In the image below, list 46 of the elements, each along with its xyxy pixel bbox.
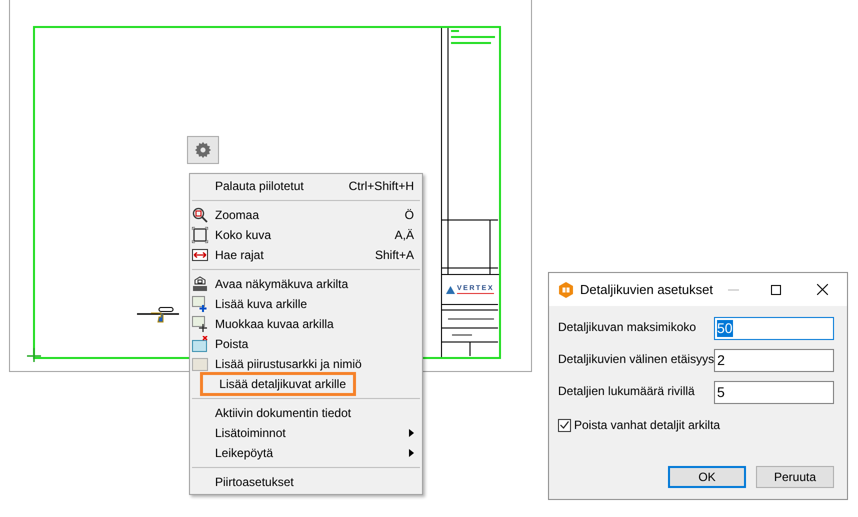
- menu-item[interactable]: Muokkaa kuvaa arkilla: [190, 314, 422, 334]
- menu-item[interactable]: Piirtoasetukset: [190, 472, 422, 492]
- edit-picture-icon: [192, 316, 208, 332]
- submenu-arrow-icon: [409, 449, 414, 457]
- close-icon[interactable]: [817, 284, 828, 295]
- frame-icon: [192, 227, 208, 243]
- input-field[interactable]: 5: [714, 381, 834, 404]
- menu-item[interactable]: Aktiivin dokumentin tiedot: [190, 403, 422, 423]
- shortcut-text: Shift+A: [374, 247, 414, 264]
- crosshair-icon: [27, 348, 41, 362]
- menu-item[interactable]: Avaa näkymäkuva arkilta: [190, 274, 422, 294]
- shortcut-text: Ctrl+Shift+H: [348, 178, 414, 195]
- menu-item[interactable]: Palauta piilotetut Ctrl+Shift+H: [190, 176, 422, 196]
- settings-icon: [195, 142, 211, 158]
- logo-triangle-icon: [446, 286, 455, 294]
- delete-sheet-icon: [192, 336, 208, 352]
- open-view-icon: [192, 276, 208, 292]
- menu-item[interactable]: Lisää piirustusarkki ja nimiö: [190, 354, 422, 374]
- zoom-icon: [192, 207, 208, 223]
- menu-item[interactable]: Leikepöytä: [190, 443, 422, 463]
- settings-button[interactable]: [187, 136, 219, 164]
- checkmark-icon: [560, 421, 569, 429]
- dialog-button[interactable]: OK: [668, 466, 746, 488]
- submenu-arrow-icon: [409, 429, 414, 437]
- maximize-icon[interactable]: [771, 284, 781, 294]
- field-label: Detaljikuvien välinen etäisyys: [558, 351, 714, 368]
- add-picture-icon: [192, 296, 208, 312]
- window-title: Detaljikuvien asetukset: [580, 280, 714, 299]
- menu-item[interactable]: Koko kuva A,Ä: [190, 225, 422, 245]
- input-field[interactable]: 2: [714, 349, 834, 372]
- app-logo-icon: [558, 282, 574, 298]
- dialog-button[interactable]: Peruuta: [756, 466, 834, 488]
- menu-item[interactable]: Lisätoiminnot: [190, 423, 422, 443]
- shortcut-text: A,Ä: [394, 227, 414, 244]
- menu-item[interactable]: Lisää detaljikuvat arkille: [202, 374, 354, 394]
- input-field[interactable]: 50: [714, 317, 834, 340]
- checkbox[interactable]: Poista vanhat detaljit arkilta: [558, 416, 834, 434]
- field-label: Detaljien lukumäärä rivillä: [558, 383, 695, 400]
- shortcut-text: Ö: [404, 207, 414, 224]
- field-label: Detaljikuvan maksimikoko: [558, 319, 696, 336]
- menu-item[interactable]: Lisää kuva arkille: [190, 294, 422, 314]
- menu-item[interactable]: Poista: [190, 334, 422, 354]
- bounds-icon: [192, 247, 208, 263]
- menu-item[interactable]: Hae rajat Shift+A: [190, 245, 422, 265]
- menu-item[interactable]: Zoomaa Ö: [190, 205, 422, 225]
- sheet-icon: [192, 356, 208, 372]
